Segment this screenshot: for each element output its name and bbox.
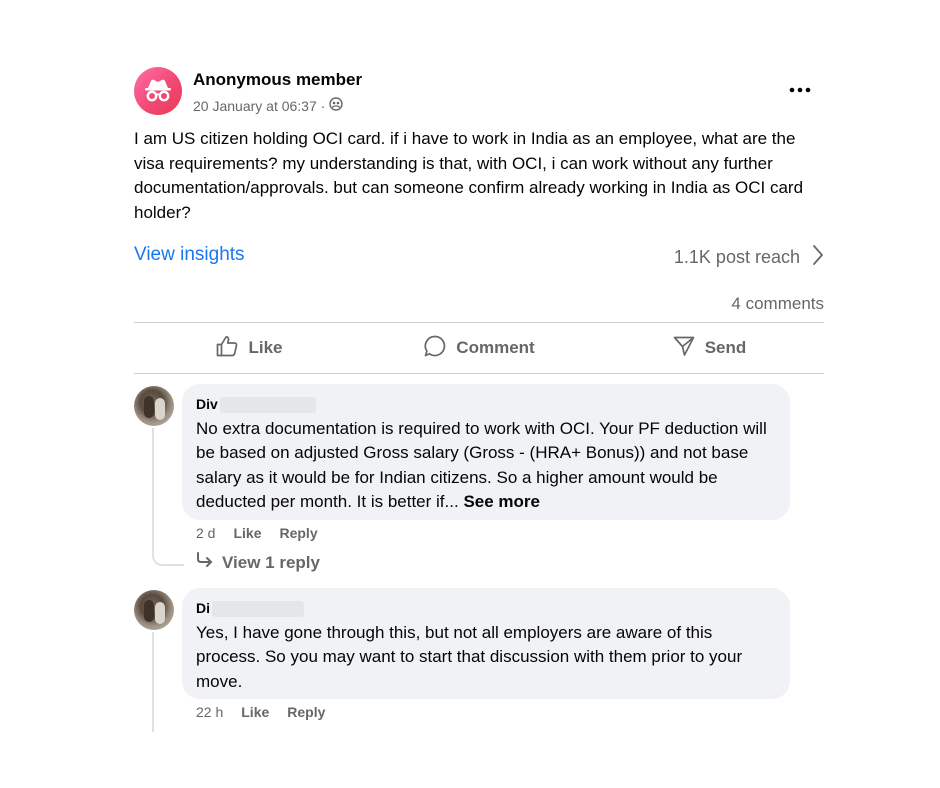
view-insights-link[interactable]: View insights — [134, 244, 245, 266]
comment-meta: 2 d Like Reply — [196, 525, 318, 541]
view-replies-button[interactable]: View 1 reply — [196, 552, 320, 573]
speech-bubble-icon — [423, 334, 447, 363]
reply-connector — [152, 540, 184, 566]
avatar[interactable] — [134, 590, 174, 630]
group-icon — [329, 97, 344, 114]
comment-button[interactable]: Comment — [364, 323, 594, 373]
comment-meta: 22 h Like Reply — [196, 704, 325, 720]
comment-like-button[interactable]: Like — [241, 704, 269, 720]
incognito-icon[interactable] — [134, 67, 182, 115]
comment-like-button[interactable]: Like — [233, 525, 261, 541]
send-label: Send — [704, 338, 747, 357]
comment-bubble: Di Yes, I have gone through this, but no… — [182, 588, 790, 699]
comment-author[interactable]: Div — [196, 395, 218, 413]
like-label: Like — [248, 338, 283, 357]
comment-reply-button[interactable]: Reply — [287, 704, 325, 720]
divider — [134, 373, 824, 374]
send-button[interactable]: Send — [594, 323, 824, 373]
view-replies-label: View 1 reply — [222, 552, 320, 572]
post-reach[interactable]: 1.1K post reach — [674, 244, 824, 271]
comment-author[interactable]: Di — [196, 599, 210, 617]
comment-text: No extra documentation is required to wo… — [196, 417, 776, 515]
post-author[interactable]: Anonymous member — [193, 70, 362, 90]
comment-reply-button[interactable]: Reply — [279, 525, 317, 541]
comment-text: Yes, I have gone through this, but not a… — [196, 622, 743, 691]
comment-time[interactable]: 2 d — [196, 525, 215, 541]
reply-arrow-icon — [196, 552, 214, 573]
send-icon — [672, 334, 696, 363]
thumbs-up-icon — [215, 334, 239, 363]
avatar[interactable] — [134, 386, 174, 426]
post-actions: Like Comment Send — [134, 323, 824, 373]
thread-line — [152, 632, 154, 732]
chevron-right-icon — [812, 244, 824, 271]
comments-count[interactable]: 4 comments — [731, 294, 824, 314]
see-more-link[interactable]: See more — [463, 492, 540, 511]
post-date[interactable]: 20 January at 06:37 · — [193, 98, 325, 114]
like-button[interactable]: Like — [134, 323, 364, 373]
post-reach-label: 1.1K post reach — [673, 247, 800, 267]
comment-label: Comment — [456, 338, 535, 357]
comment-bubble: Div No extra documentation is required t… — [182, 384, 790, 520]
redaction-bar — [219, 396, 316, 413]
redaction-bar — [212, 600, 304, 617]
post-body: I am US citizen holding OCI card. if i h… — [134, 129, 804, 222]
thread-line — [152, 428, 154, 556]
post-meta: 20 January at 06:37 · — [193, 97, 344, 114]
more-dots-icon[interactable] — [784, 74, 816, 106]
comment-time[interactable]: 22 h — [196, 704, 223, 720]
